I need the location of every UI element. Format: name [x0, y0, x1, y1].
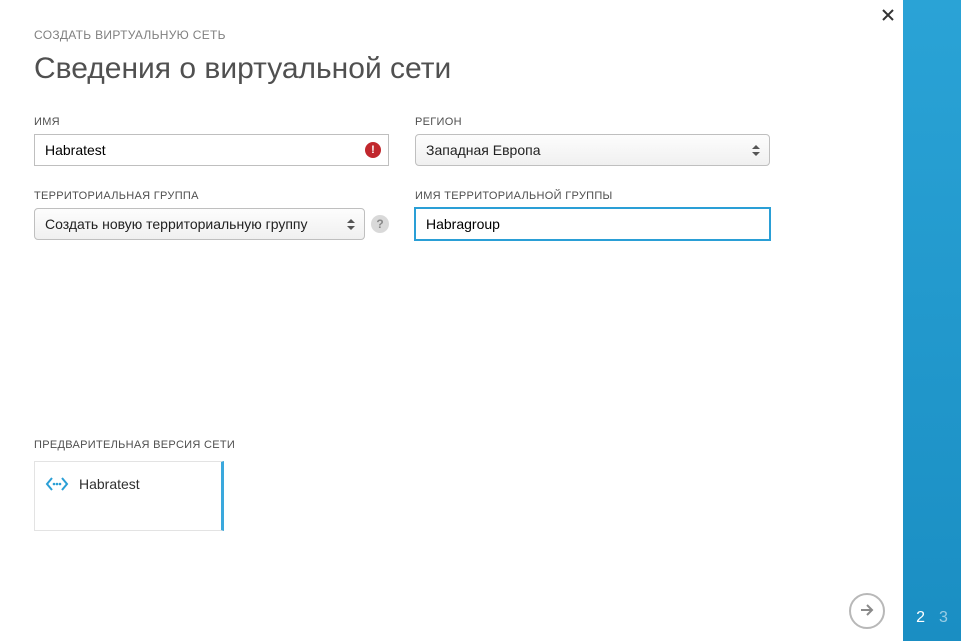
- preview-section: ПРЕДВАРИТЕЛЬНАЯ ВЕРСИЯ СЕТИ Habratest: [34, 439, 235, 531]
- breadcrumb: СОЗДАТЬ ВИРТУАЛЬНУЮ СЕТЬ: [34, 28, 869, 42]
- region-select[interactable]: Западная Европа: [415, 134, 770, 166]
- label-region: РЕГИОН: [415, 116, 770, 128]
- help-icon[interactable]: ?: [371, 215, 389, 233]
- wizard-footer: [0, 581, 903, 641]
- next-button[interactable]: [849, 593, 885, 629]
- field-region: РЕГИОН Западная Европа: [415, 116, 770, 166]
- region-select-wrap: Западная Европа: [415, 134, 770, 166]
- name-input[interactable]: [34, 134, 389, 166]
- field-affinity-group-name: ИМЯ ТЕРРИТОРИАЛЬНОЙ ГРУППЫ: [415, 190, 770, 240]
- wizard-steps: 2 3: [903, 609, 961, 627]
- close-icon: [882, 9, 894, 21]
- page-title: Сведения о виртуальной сети: [34, 52, 869, 86]
- form-grid: ИМЯ РЕГИОН Западная Европа ТЕРРИТОРИАЛЬН…: [34, 116, 869, 240]
- label-preview: ПРЕДВАРИТЕЛЬНАЯ ВЕРСИЯ СЕТИ: [34, 439, 235, 451]
- label-name: ИМЯ: [34, 116, 389, 128]
- step-3[interactable]: 3: [939, 609, 948, 627]
- affinity-group-row: Создать новую территориальную группу ?: [34, 208, 389, 240]
- main-panel: СОЗДАТЬ ВИРТУАЛЬНУЮ СЕТЬ Сведения о вирт…: [0, 0, 903, 641]
- affinity-group-select[interactable]: Создать новую территориальную группу: [34, 208, 365, 240]
- close-button[interactable]: [879, 6, 897, 24]
- label-affinity-group: ТЕРРИТОРИАЛЬНАЯ ГРУППА: [34, 190, 389, 202]
- affinity-group-select-wrap: Создать новую территориальную группу: [34, 208, 365, 240]
- preview-name: Habratest: [79, 474, 140, 492]
- wizard-sidebar: 2 3: [903, 0, 961, 641]
- affinity-group-name-input[interactable]: [415, 208, 770, 240]
- preview-card: Habratest: [34, 461, 224, 531]
- field-affinity-group: ТЕРРИТОРИАЛЬНАЯ ГРУППА Создать новую тер…: [34, 190, 389, 240]
- arrow-right-icon: [858, 601, 876, 622]
- label-affinity-group-name: ИМЯ ТЕРРИТОРИАЛЬНОЙ ГРУППЫ: [415, 190, 770, 202]
- error-icon: [365, 142, 381, 158]
- network-icon: [45, 474, 69, 494]
- step-2[interactable]: 2: [916, 609, 925, 627]
- field-name: ИМЯ: [34, 116, 389, 166]
- name-row: [34, 134, 389, 166]
